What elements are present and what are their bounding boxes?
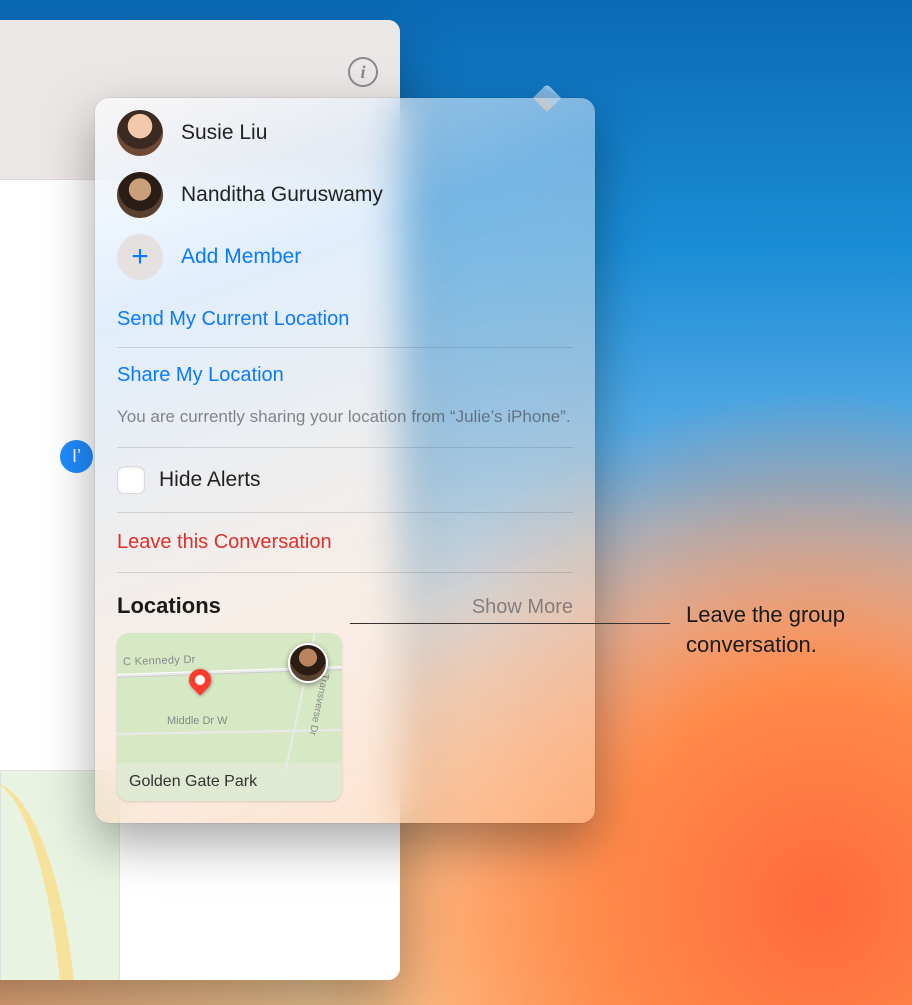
locations-title: Locations (117, 593, 221, 619)
hide-alerts-label: Hide Alerts (159, 468, 261, 492)
member-row[interactable]: Nanditha Guruswamy (95, 164, 595, 226)
plus-icon: + (117, 234, 163, 280)
details-popover: Susie Liu Nanditha Guruswamy + Add Membe… (95, 98, 595, 823)
send-current-location-button[interactable]: Send My Current Location (117, 288, 573, 348)
add-member-label: Add Member (181, 245, 301, 269)
map-road-label: C Kennedy Dr (123, 654, 196, 669)
location-name: Golden Gate Park (117, 763, 342, 801)
hide-alerts-row[interactable]: Hide Alerts (117, 448, 573, 513)
location-map-thumbnail: C Kennedy Dr Middle Dr W Transverse Dr (117, 633, 342, 763)
share-my-location-button[interactable]: Share My Location (117, 348, 573, 393)
leave-conversation-button[interactable]: Leave this Conversation (117, 513, 573, 573)
member-row[interactable]: Susie Liu (95, 102, 595, 164)
hide-alerts-checkbox[interactable] (117, 466, 145, 494)
details-button[interactable]: i (348, 57, 378, 87)
annotation-leader-line (350, 623, 670, 624)
contact-location-avatar (288, 643, 328, 683)
add-member-button[interactable]: + Add Member (95, 226, 595, 288)
annotation-text: Leave the group conversation. (686, 600, 911, 659)
avatar (117, 110, 163, 156)
message-bubble: I’ (60, 440, 93, 473)
share-location-caption: You are currently sharing your location … (117, 393, 573, 448)
map-road-label: Middle Dr W (167, 715, 228, 727)
member-name: Nanditha Guruswamy (181, 183, 383, 207)
map-pin-icon (184, 664, 215, 695)
show-more-button[interactable]: Show More (472, 596, 573, 619)
avatar (117, 172, 163, 218)
location-card[interactable]: C Kennedy Dr Middle Dr W Transverse Dr G… (117, 633, 342, 801)
member-name: Susie Liu (181, 121, 267, 145)
